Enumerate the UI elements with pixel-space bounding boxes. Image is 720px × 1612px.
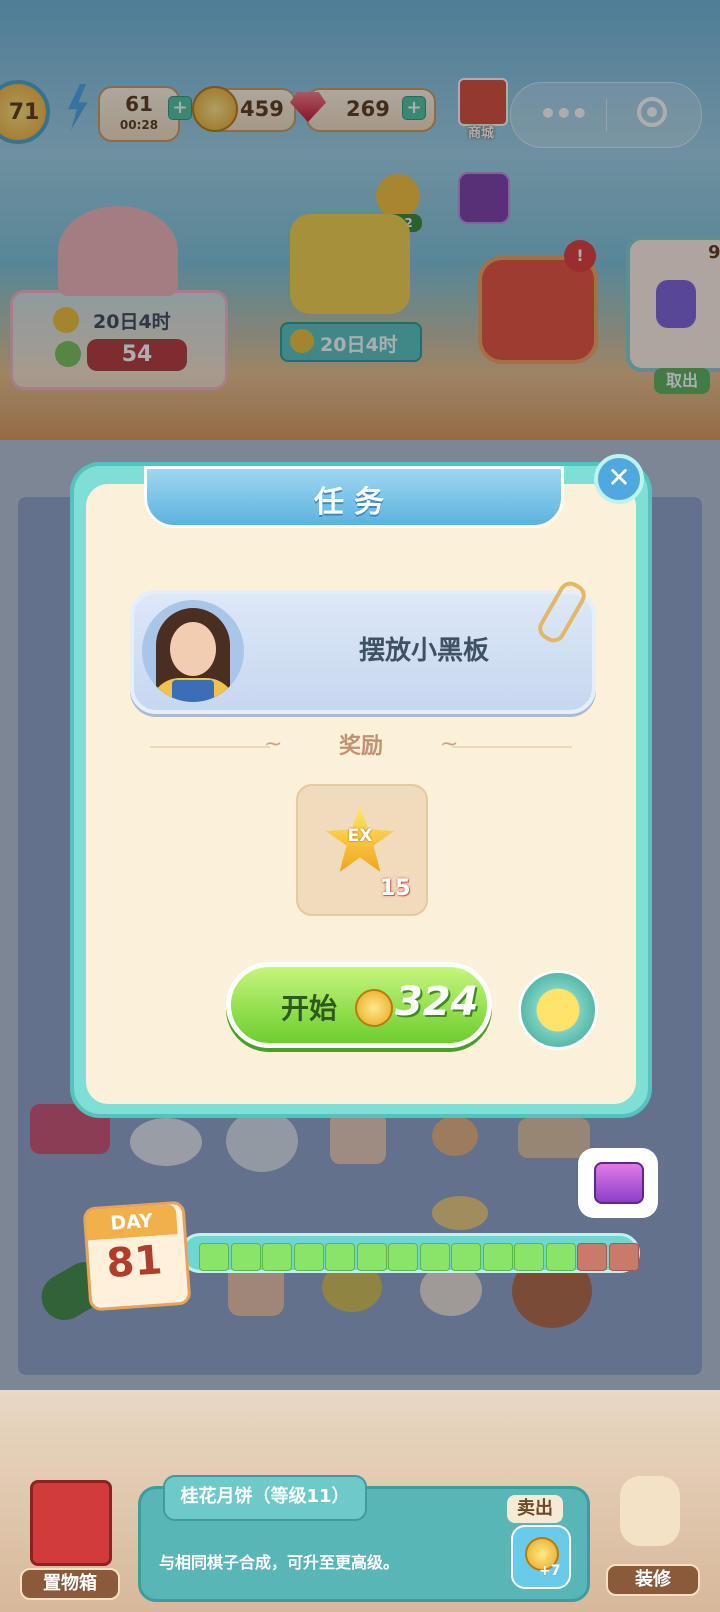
progress-segment-empty — [608, 1243, 639, 1271]
progress-segment-filled — [388, 1243, 418, 1271]
task-card[interactable]: 摆放小黑板 — [130, 577, 596, 714]
avatar-apron — [172, 680, 214, 702]
progress-segment-filled — [199, 1243, 229, 1271]
decorate-label: 装修 — [606, 1564, 700, 1596]
sell-button[interactable]: +7 — [511, 1525, 571, 1589]
progress-segment-filled — [514, 1243, 544, 1271]
storage-box-button[interactable]: 置物箱 — [20, 1480, 120, 1600]
treasure-chest-icon — [594, 1162, 644, 1204]
coin-icon — [355, 989, 393, 1027]
start-button[interactable]: 开始 324 — [226, 962, 492, 1048]
close-button[interactable]: ✕ — [594, 454, 644, 504]
reward-item[interactable]: EX 15 — [296, 784, 428, 916]
item-info-panel: 桂花月饼（等级11） 与相同棋子合成，可升至更高级。 卖出 +7 — [138, 1475, 590, 1602]
progress-segment-filled — [545, 1243, 576, 1271]
progress-segment-filled — [356, 1243, 387, 1271]
npc-avatar — [142, 600, 244, 702]
exp-star-text: EX — [347, 826, 373, 846]
progress-segment-filled — [419, 1243, 450, 1271]
reward-title: 奖励 — [338, 734, 383, 759]
avatar-face — [170, 622, 216, 676]
modal-body: 摆放小黑板 ~ ~ 奖励 EX 15 开始 324 — [86, 484, 636, 1104]
cooking-pot-icon — [518, 970, 598, 1050]
storage-label: 置物箱 — [20, 1568, 120, 1600]
task-name: 摆放小黑板 — [358, 636, 489, 666]
day-label: DAY — [85, 1204, 178, 1241]
progress-segment-filled — [230, 1243, 261, 1271]
paperclip-icon — [533, 577, 591, 647]
progress-segment-filled — [325, 1243, 355, 1271]
basket-icon — [30, 1480, 112, 1566]
chest-reward-bubble[interactable] — [578, 1148, 658, 1218]
progress-segment-filled — [451, 1243, 481, 1271]
sell-label: 卖出 — [507, 1495, 563, 1523]
progress-segment-filled — [262, 1243, 292, 1271]
day-progress-bar — [180, 1233, 640, 1273]
paint-roller-icon — [620, 1476, 680, 1546]
close-icon: ✕ — [607, 461, 631, 494]
item-description: 与相同棋子合成，可升至更高级。 — [159, 1553, 400, 1572]
decorate-button[interactable]: 装修 — [596, 1476, 706, 1596]
day-card: DAY 81 — [82, 1200, 192, 1312]
day-number: 81 — [105, 1237, 164, 1288]
item-name: 桂花月饼（等级11） — [163, 1475, 367, 1521]
start-cost: 324 — [395, 979, 479, 1025]
progress-segment-empty — [577, 1243, 607, 1271]
progress-segment-filled — [293, 1243, 324, 1271]
task-modal: 摆放小黑板 ~ ~ 奖励 EX 15 开始 324 任务 ✕ — [70, 454, 652, 1118]
progress-segment-filled — [482, 1243, 513, 1271]
reward-quantity: 15 — [380, 876, 411, 901]
title-ribbon: 任务 — [144, 466, 564, 528]
modal-title: 任务 — [314, 485, 394, 520]
sell-value: +7 — [539, 1563, 561, 1579]
start-label: 开始 — [281, 992, 338, 1025]
